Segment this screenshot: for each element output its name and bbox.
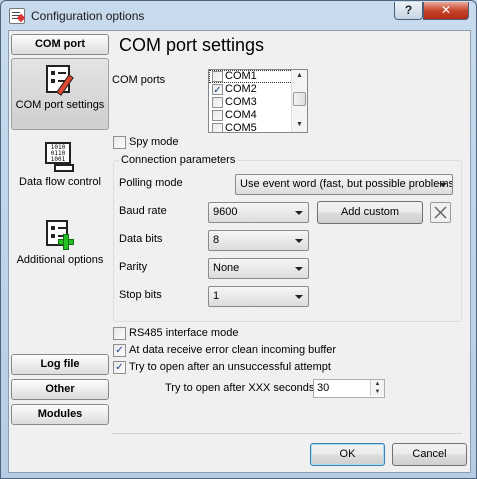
close-button[interactable]: ✕ bbox=[423, 2, 469, 20]
binary-data-icon: 1010 0110 1001 bbox=[44, 141, 76, 173]
parity-label: Parity bbox=[119, 261, 148, 273]
polling-mode-select[interactable]: Use event word (fast, but possible probl… bbox=[235, 174, 453, 195]
data-bits-select[interactable]: 8 bbox=[208, 230, 309, 251]
add-custom-button[interactable]: Add custom bbox=[317, 201, 423, 224]
remove-baud-button[interactable] bbox=[430, 202, 451, 223]
scroll-up-icon[interactable]: ▲ bbox=[296, 72, 303, 79]
nav-item-com-port-settings[interactable]: COM port settings bbox=[11, 58, 109, 130]
nav-item-data-flow-control[interactable]: 1010 0110 1001 Data flow control bbox=[11, 141, 109, 201]
com4-checkbox[interactable] bbox=[212, 110, 223, 121]
nav-item-label: COM port settings bbox=[15, 99, 105, 111]
baud-rate-label: Baud rate bbox=[119, 205, 167, 217]
com5-checkbox[interactable] bbox=[212, 123, 223, 132]
title-bar[interactable]: Configuration options ? ✕ bbox=[1, 1, 476, 31]
data-bits-label: Data bits bbox=[119, 233, 163, 245]
nav-header-modules[interactable]: Modules bbox=[11, 404, 109, 425]
dialog-client: COM port COM port settings 1010 0110 1001 … bbox=[8, 30, 471, 473]
retry-seconds-label: Try to open after XXX seconds bbox=[165, 382, 315, 394]
configuration-window: Configuration options ? ✕ COM port COM p… bbox=[0, 0, 477, 479]
com2-checkbox[interactable]: ✓ bbox=[212, 84, 223, 96]
com-ports-listbox[interactable]: COM1 ✓ COM2 COM3 COM4 COM5 ▲ ▼ bbox=[208, 69, 308, 133]
add-document-icon bbox=[44, 219, 76, 251]
stop-bits-label: Stop bits bbox=[119, 289, 162, 301]
stop-bits-select[interactable]: 1 bbox=[208, 286, 309, 307]
nav-header-log-file[interactable]: Log file bbox=[11, 354, 109, 375]
footer-separator bbox=[112, 433, 462, 434]
app-icon bbox=[9, 8, 25, 24]
chevron-down-icon bbox=[295, 239, 303, 243]
scroll-down-icon[interactable]: ▼ bbox=[296, 121, 303, 128]
parity-select[interactable]: None bbox=[208, 258, 309, 279]
nav-header-other[interactable]: Other bbox=[11, 379, 109, 400]
chevron-down-icon bbox=[295, 267, 303, 271]
com3-checkbox[interactable] bbox=[212, 97, 223, 108]
cancel-button[interactable]: Cancel bbox=[392, 443, 467, 466]
retry-seconds-spinner[interactable]: 30 ▲ ▼ bbox=[313, 379, 385, 398]
help-button[interactable]: ? bbox=[394, 2, 423, 20]
chevron-down-icon bbox=[439, 183, 447, 187]
scroll-thumb[interactable] bbox=[293, 92, 306, 106]
nav-header-com-port[interactable]: COM port bbox=[11, 34, 109, 55]
listbox-scrollbar[interactable]: ▲ ▼ bbox=[291, 70, 307, 132]
com-ports-label: COM ports bbox=[112, 74, 166, 86]
page-title: COM port settings bbox=[119, 35, 265, 55]
polling-mode-label: Polling mode bbox=[119, 177, 183, 189]
window-title: Configuration options bbox=[31, 9, 145, 23]
chevron-down-icon bbox=[295, 211, 303, 215]
ok-button[interactable]: OK bbox=[310, 443, 385, 466]
chevron-down-icon bbox=[295, 295, 303, 299]
remove-icon bbox=[434, 206, 447, 219]
nav-item-additional-options[interactable]: Additional options bbox=[11, 219, 109, 279]
com1-checkbox[interactable] bbox=[212, 71, 223, 82]
nav-item-label: Data flow control bbox=[19, 176, 101, 188]
settings-document-icon bbox=[44, 64, 76, 96]
baud-rate-select[interactable]: 9600 bbox=[208, 202, 309, 223]
nav-item-label: Additional options bbox=[16, 254, 104, 266]
connection-parameters-title: Connection parameters bbox=[119, 154, 238, 166]
spin-down-icon[interactable]: ▼ bbox=[370, 388, 384, 396]
spin-up-icon[interactable]: ▲ bbox=[370, 380, 384, 388]
